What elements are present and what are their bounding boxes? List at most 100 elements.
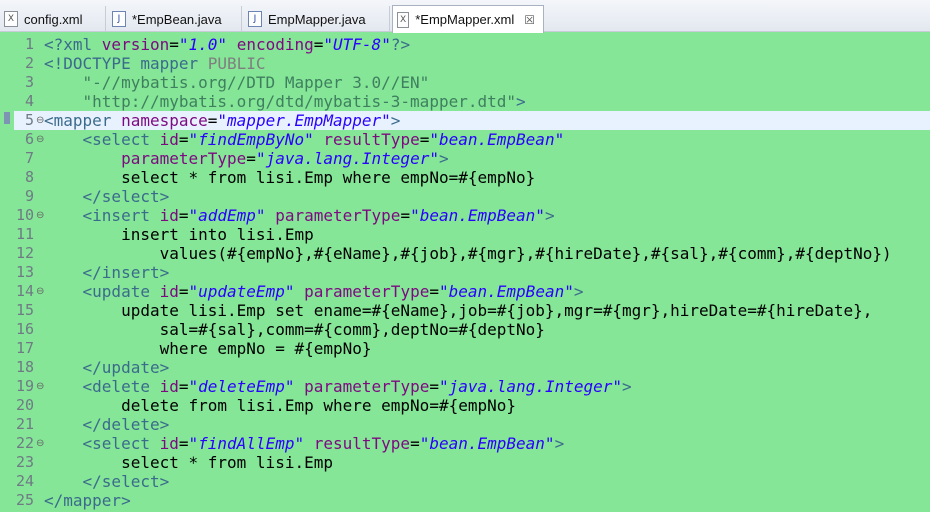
code-token: = [313,35,324,54]
code-token: id [159,282,179,301]
line-number: 20 [15,396,34,414]
code-token: "UTF-8" [323,35,391,54]
fold-toggle-icon[interactable]: ⊖ [36,434,44,453]
code-line[interactable]: "-//mybatis.org//DTD Mapper 3.0//EN" [44,73,430,92]
tab-label: *EmpMapper.xml [415,12,515,27]
code-line[interactable]: </select> [44,472,170,491]
code-token: values(#{empNo},#{eName},#{job},#{mgr},#… [44,244,892,263]
line-number-gutter: 1 2 3 4 5 ⊖ 6 ⊖ 7 8 9 10 ⊖ 11 12 13 14 ⊖ 15 16 17 18 19 ⊖ 20 21 22… [14,33,58,512]
code-token: <delete [82,377,160,396]
current-line-marker [4,112,10,124]
fold-toggle-icon[interactable]: ⊖ [36,206,44,225]
code-line[interactable]: </insert> [44,263,170,282]
code-token: > [573,282,584,301]
code-line[interactable]: update lisi.Emp set ename=#{eName},job=#… [44,301,872,320]
code-token: "findAllEmp" [188,434,305,453]
code-token: = [429,377,439,396]
code-line[interactable]: parameterType="java.lang.Integer"> [44,149,449,168]
fold-toggle-icon[interactable]: ⊖ [36,282,44,301]
code-line-current[interactable]: <mapper namespace="mapper.EmpMapper"> [44,111,930,130]
code-token: id [159,434,179,453]
code-token: "addEmp" [188,206,266,225]
java-file-icon: J [248,11,262,27]
code-token: = [178,130,189,149]
code-line[interactable]: sal=#{sal},comm=#{comm},deptNo=#{deptNo} [44,320,545,339]
code-token: "http://mybatis.org/dtd/mybatis-3-mapper… [82,92,517,111]
code-token: PUBLIC [207,54,266,73]
code-token: parameterType [121,149,247,168]
code-area[interactable]: <?xml version="1.0" encoding="UTF-8"?> <!… [44,33,930,512]
code-token: = [207,111,218,130]
xml-file-icon: X [397,11,410,28]
code-line[interactable]: <?xml version="1.0" encoding="UTF-8"?> [44,35,410,54]
code-token: "bean.EmpBean" [419,434,555,453]
code-line[interactable]: </mapper> [44,491,131,510]
code-line[interactable]: <select id="findAllEmp" resultType="bean… [44,434,565,453]
code-token: </delete> [82,415,170,434]
code-line[interactable]: </delete> [44,415,170,434]
code-token: sal=#{sal},comm=#{comm},deptNo=#{deptNo} [44,320,545,339]
code-token: "bean.EmpBean" [429,130,565,149]
code-line[interactable]: delete from lisi.Emp where empNo=#{empNo… [44,396,516,415]
code-token: where empNo = #{empNo} [44,339,372,358]
code-token: parameterType [304,282,430,301]
code-token: = [419,130,430,149]
close-tab-icon[interactable]: ☒ [524,14,535,26]
code-token: </update> [82,358,170,377]
xml-file-icon: X [4,11,18,27]
code-line[interactable]: </update> [44,358,170,377]
fold-toggle-icon[interactable]: ⊖ [36,111,44,130]
code-line[interactable]: where empNo = #{empNo} [44,339,372,358]
line-number: 17 [15,339,34,357]
code-token: </select> [82,187,170,206]
code-token: "1.0" [178,35,228,54]
code-token: <mapper [44,111,122,130]
code-token: insert into lisi.Emp [44,225,314,244]
code-line[interactable]: <!DOCTYPE mapper PUBLIC [44,54,266,73]
tab-2[interactable]: J EmpMapper.java [244,6,390,32]
code-line[interactable]: <delete id="deleteEmp" parameterType="ja… [44,377,632,396]
code-line[interactable]: <select id="findEmpByNo" resultType="bea… [44,130,565,149]
code-line[interactable]: </select> [44,187,170,206]
code-token: "bean.EmpBean" [438,282,574,301]
code-token: = [246,149,256,168]
line-number: 22 [15,434,34,452]
line-number: 24 [15,472,34,490]
code-line[interactable]: insert into lisi.Emp [44,225,314,244]
code-token: namespace [121,111,208,130]
code-line[interactable]: "http://mybatis.org/dtd/mybatis-3-mapper… [44,92,526,111]
code-token: </mapper> [44,491,131,510]
fold-toggle-icon[interactable]: ⊖ [36,130,44,149]
line-number: 15 [15,301,34,319]
tab-0[interactable]: Xconfig.xml [0,6,106,32]
fold-toggle-icon[interactable]: ⊖ [36,377,44,396]
code-token: = [410,434,420,453]
code-token: encoding [236,35,314,54]
tab-3[interactable]: X *EmpMapper.xml ☒ [392,5,544,33]
code-token: <select [82,130,160,149]
line-number: 13 [15,263,34,281]
code-line[interactable]: select * from lisi.Emp where empNo=#{emp… [44,168,535,187]
code-line[interactable]: <insert id="addEmp" parameterType="bean.… [44,206,555,225]
code-editor[interactable]: 1 2 3 4 5 ⊖ 6 ⊖ 7 8 9 10 ⊖ 11 12 13 14 ⊖ 15 16 17 18 19 ⊖ 20 21 22… [0,33,930,512]
code-line[interactable]: <update id="updateEmp" parameterType="be… [44,282,584,301]
code-line[interactable]: select * from lisi.Emp [44,453,333,472]
code-token: delete from lisi.Emp where empNo=#{empNo… [44,396,517,415]
code-token: resultType [323,130,420,149]
tab-1[interactable]: J *EmpBean.java [108,6,242,32]
line-number: 9 [24,187,34,205]
code-line[interactable]: values(#{empNo},#{eName},#{job},#{mgr},#… [44,244,892,263]
code-token: = [178,282,189,301]
